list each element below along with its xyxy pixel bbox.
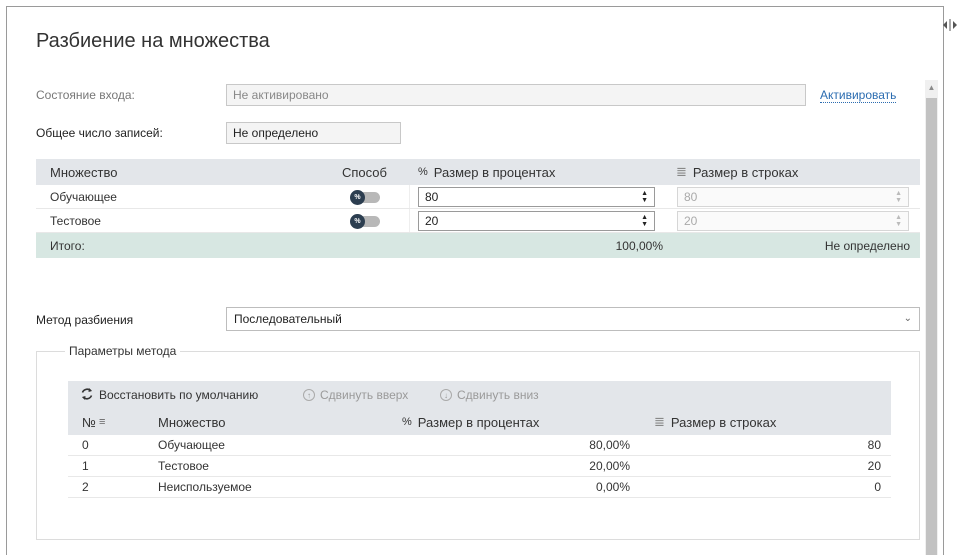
method-select-value: Последовательный [234, 312, 342, 326]
stepper-arrows-icon[interactable]: ▲ ▼ [641, 214, 648, 228]
rows-icon: ≣ [654, 414, 665, 429]
restore-defaults-button[interactable]: Восстановить по умолчанию [80, 381, 258, 409]
row-num: 1 [82, 459, 89, 473]
split-table-header: Множество Способ % Размер в процентах ≣ … [36, 159, 920, 185]
refresh-icon-glyph [81, 387, 93, 400]
row-percent: 80,00% [589, 438, 630, 452]
percent-toggle-icon: % [350, 190, 365, 205]
row-set: Тестовое [158, 459, 209, 473]
restore-label: Восстановить по умолчанию [99, 388, 259, 402]
move-down-button[interactable]: ↓ Сдвинуть вниз [440, 381, 539, 409]
refresh-icon [80, 387, 94, 404]
header-num-label: № [82, 414, 96, 430]
percent-stepper[interactable]: 20 ▲ ▼ [418, 211, 655, 231]
resize-handle-icon-glyph [943, 19, 957, 31]
params-table-header: № ≡ Множество % Размер в процентах ≣ Раз… [68, 409, 891, 435]
row-percent: 0,00% [595, 480, 630, 494]
params-legend: Параметры метода [69, 344, 177, 358]
row-rows: 20 [867, 459, 881, 473]
row-set-name: Тестовое [50, 213, 101, 228]
resize-handle-icon[interactable] [940, 18, 960, 38]
table-row[interactable]: 2 Неиспользуемое 0,00% 0 [68, 477, 891, 498]
page-title: Разбиение на множества [36, 30, 270, 52]
table-row[interactable]: 1 Тестовое 20,00% 20 [68, 456, 891, 477]
row-set: Обучающее [158, 438, 225, 452]
vertical-scrollbar[interactable]: ▲ [925, 80, 938, 555]
header-set: Множество [158, 414, 226, 430]
records-label: Общее число записей: [36, 126, 163, 140]
total-percent: 100,00% [615, 238, 663, 253]
percent-toggle-icon: % [350, 214, 365, 229]
percent-value: 80 [425, 190, 439, 204]
scroll-thumb[interactable] [926, 98, 937, 555]
move-up-button[interactable]: ↑ Сдвинуть вверх [303, 381, 408, 409]
header-percent-label: Размер в процентах [417, 414, 540, 430]
method-toggle[interactable]: % [350, 214, 380, 229]
scroll-up-arrow-icon[interactable]: ▲ [925, 80, 938, 96]
sort-icon[interactable]: ≡ [99, 416, 105, 428]
rows-value: 80 [684, 190, 698, 204]
method-toggle[interactable]: % [350, 190, 380, 205]
percent-icon: % [402, 416, 412, 428]
row-set: Неиспользуемое [158, 480, 252, 494]
header-rows: ≣ Размер в строках [676, 159, 798, 185]
column-separator [409, 185, 410, 208]
header-set: Множество [50, 164, 118, 180]
header-rows: ≣ Размер в строках [654, 409, 776, 435]
rows-icon: ≣ [676, 164, 687, 179]
percent-stepper[interactable]: 80 ▲ ▼ [418, 187, 655, 207]
header-percent: % Размер в процентах [418, 159, 555, 185]
rows-value: 20 [684, 214, 698, 228]
row-num: 0 [82, 438, 89, 452]
header-percent: % Размер в процентах [402, 409, 539, 435]
total-rows: Не определено [824, 238, 910, 253]
rows-stepper: 20 ▲ ▼ [677, 211, 909, 231]
header-num[interactable]: № ≡ [82, 409, 105, 435]
row-rows: 80 [867, 438, 881, 452]
total-label: Итого: [50, 238, 85, 253]
table-row: Обучающее % 80 ▲ ▼ 80 ▲ ▼ [36, 185, 920, 209]
activate-link[interactable]: Активировать [820, 88, 897, 103]
column-separator [409, 209, 410, 232]
arrow-down-circle-icon: ↓ [440, 389, 452, 401]
header-method: Способ [342, 164, 387, 180]
state-label: Состояние входа: [36, 88, 135, 102]
stepper-arrows-icon: ▲ ▼ [895, 190, 902, 204]
percent-icon: % [418, 166, 428, 178]
params-toolbar: Восстановить по умолчанию ↑ Сдвинуть вве… [68, 381, 891, 409]
row-rows: 0 [874, 480, 881, 494]
total-row: Итого: 100,00% Не определено [36, 233, 920, 258]
header-percent-label: Размер в процентах [433, 164, 556, 180]
chevron-down-icon[interactable]: ⌄ [904, 308, 912, 330]
header-rows-label: Размер в строках [670, 414, 777, 430]
row-num: 2 [82, 480, 89, 494]
method-label: Метод разбиения [36, 313, 134, 327]
table-row[interactable]: 0 Обучающее 80,00% 80 [68, 435, 891, 456]
state-field: Не активировано [226, 84, 806, 106]
method-select[interactable]: Последовательный ⌄ [226, 307, 920, 331]
table-row: Тестовое % 20 ▲ ▼ 20 ▲ ▼ [36, 209, 920, 233]
stepper-arrows-icon[interactable]: ▲ ▼ [641, 190, 648, 204]
move-up-label: Сдвинуть вверх [320, 388, 409, 402]
move-down-label: Сдвинуть вниз [457, 388, 539, 402]
records-field: Не определено [226, 122, 401, 144]
row-set-name: Обучающее [50, 189, 117, 204]
arrow-up-circle-icon: ↑ [303, 389, 315, 401]
stepper-arrows-icon: ▲ ▼ [895, 214, 902, 228]
params-table: Восстановить по умолчанию ↑ Сдвинуть вве… [68, 381, 891, 498]
percent-value: 20 [425, 214, 439, 228]
split-table: Множество Способ % Размер в процентах ≣ … [36, 159, 920, 258]
rows-stepper: 80 ▲ ▼ [677, 187, 909, 207]
row-percent: 20,00% [589, 459, 630, 473]
header-rows-label: Размер в строках [692, 164, 799, 180]
